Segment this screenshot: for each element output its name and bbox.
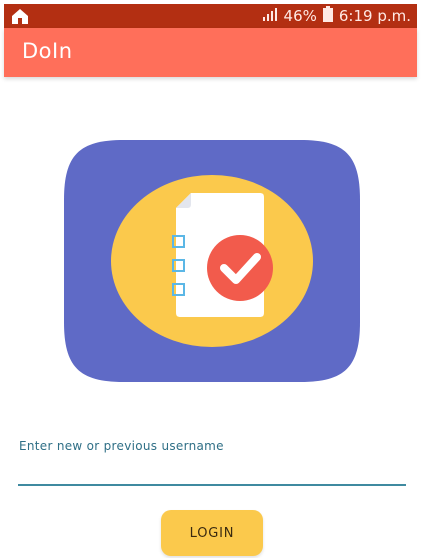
app-title: DoIn [22, 39, 73, 63]
checklist-clipboard-icon [64, 140, 360, 382]
username-input[interactable] [18, 458, 406, 486]
signal-icon [262, 7, 278, 25]
battery-icon [322, 6, 333, 26]
app-bar: DoIn [4, 28, 417, 77]
status-bar: 46% 6:19 p.m. [4, 4, 417, 28]
home-icon [11, 7, 29, 25]
login-button[interactable]: LOGIN [161, 510, 263, 556]
battery-percent: 46% [283, 7, 317, 25]
username-label: Enter new or previous username [19, 439, 224, 453]
status-indicators: 46% 6:19 p.m. [262, 6, 411, 26]
clock: 6:19 p.m. [338, 7, 411, 25]
app-screen: 46% 6:19 p.m. DoIn Enter new or previous… [0, 0, 421, 558]
